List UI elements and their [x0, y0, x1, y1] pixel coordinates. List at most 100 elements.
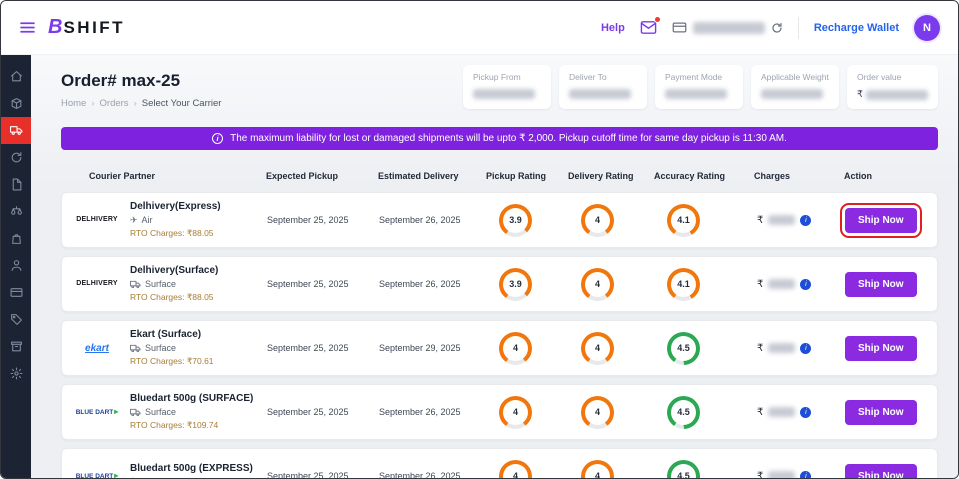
billing-icon: [10, 286, 23, 299]
pickup-rating-gauge: 4: [499, 396, 532, 429]
delivery-rating-value: 4: [581, 204, 614, 237]
sidebar-item-cod[interactable]: [1, 225, 31, 252]
delivery-rating-gauge: 4: [581, 396, 614, 429]
expected-pickup: September 25, 2025: [267, 279, 379, 289]
charges-info-icon[interactable]: i: [800, 343, 811, 354]
courier-name: Ekart (Surface): [130, 329, 214, 340]
accuracy-rating-value: 4.5: [667, 332, 700, 365]
breadcrumb-separator: ›: [134, 98, 137, 109]
brand-logo[interactable]: B SHIFT: [48, 16, 125, 39]
account-icon: [10, 259, 23, 272]
estimated-delivery: September 29, 2025: [379, 343, 487, 353]
sidebar-item-documents[interactable]: [1, 171, 31, 198]
sidebar-item-shipments[interactable]: [1, 117, 31, 144]
delivery-rating-gauge: 4: [581, 204, 614, 237]
delivery-rating-gauge: 4: [581, 460, 614, 479]
sidebar-item-ndr[interactable]: [1, 144, 31, 171]
help-link[interactable]: Help: [601, 22, 625, 34]
sidebar-item-billing[interactable]: [1, 279, 31, 306]
cod-icon: [10, 232, 23, 245]
mail-icon[interactable]: [640, 19, 657, 36]
accuracy-rating-gauge: 4.5: [667, 460, 700, 479]
charges-info-icon[interactable]: i: [800, 471, 811, 479]
shipping-mode: Surface: [130, 343, 214, 354]
redacted-value: [569, 89, 631, 99]
sidebar-item-settings[interactable]: [1, 360, 31, 387]
currency-symbol: ₹: [757, 471, 763, 479]
notification-dot: [654, 16, 661, 23]
rto-charges: RTO Charges: ₹88.05: [130, 228, 221, 239]
breadcrumb-item[interactable]: Orders: [100, 98, 129, 109]
sidebar-item-orders[interactable]: [1, 90, 31, 117]
breadcrumb: Home›Orders›Select Your Carrier: [61, 98, 221, 109]
carrier-row: ekart Ekart (Surface) Surface RTO Charge…: [61, 320, 938, 376]
courier-logo: BLUE DART: [74, 472, 120, 479]
mode-icon: [130, 279, 141, 290]
menu-icon[interactable]: [19, 19, 36, 36]
info-card-label: Pickup From: [473, 72, 541, 82]
banner-text: The maximum liability for lost or damage…: [230, 133, 787, 144]
sidebar-item-offers[interactable]: [1, 306, 31, 333]
avatar[interactable]: N: [914, 15, 940, 41]
courier-cell: BLUE DART Bluedart 500g (SURFACE) Surfac…: [62, 393, 267, 431]
pickup-rating-value: 3.9: [499, 268, 532, 301]
ship-now-button[interactable]: Ship Now: [845, 400, 917, 425]
courier-cell: BLUE DART Bluedart 500g (EXPRESS) ✈ Air: [62, 463, 267, 479]
info-icon: i: [212, 133, 223, 144]
accuracy-rating-gauge: 4.1: [667, 268, 700, 301]
sidebar-item-tools[interactable]: [1, 333, 31, 360]
estimated-delivery: September 26, 2025: [379, 279, 487, 289]
sidebar: [1, 55, 31, 478]
delivery-rating-gauge: 4: [581, 332, 614, 365]
mode-icon: [130, 343, 141, 354]
delivery-rating-value: 4: [581, 460, 614, 479]
expected-pickup: September 25, 2025: [267, 471, 379, 479]
accuracy-rating-gauge: 4.1: [667, 204, 700, 237]
main-content: Order# max-25 Home›Orders›Select Your Ca…: [31, 55, 958, 478]
ship-now-button[interactable]: Ship Now: [845, 208, 917, 233]
charges-redacted: [768, 471, 795, 479]
charges-redacted: [768, 343, 795, 353]
courier-logo: DELHIVERY: [74, 280, 120, 288]
delivery-rating-value: 4: [581, 332, 614, 365]
currency-symbol: ₹: [757, 279, 763, 290]
rto-charges: RTO Charges: ₹109.74: [130, 420, 253, 431]
action-cell: Ship Now: [833, 464, 937, 479]
refresh-icon[interactable]: [771, 22, 783, 34]
currency-symbol: ₹: [757, 215, 763, 226]
pickup-rating-value: 4: [499, 460, 532, 479]
ship-now-button[interactable]: Ship Now: [845, 464, 917, 479]
charges-cell: ₹ i: [747, 407, 833, 418]
ship-now-button[interactable]: Ship Now: [845, 336, 917, 361]
delivery-rating-gauge: 4: [581, 268, 614, 301]
courier-logo: BLUE DART: [74, 408, 120, 417]
breadcrumb-item[interactable]: Home: [61, 98, 86, 109]
accuracy-rating-value: 4.5: [667, 396, 700, 429]
col-header-courier-partner: Courier Partner: [61, 171, 266, 181]
recharge-wallet-link[interactable]: Recharge Wallet: [814, 22, 899, 34]
accuracy-rating-value: 4.1: [667, 204, 700, 237]
sidebar-item-home[interactable]: [1, 63, 31, 90]
accuracy-rating-gauge: 4.5: [667, 396, 700, 429]
charges-info-icon[interactable]: i: [800, 279, 811, 290]
courier-logo: ekart: [74, 343, 120, 354]
carrier-row: DELHIVERY Delhivery(Express) ✈ Air RTO C…: [61, 192, 938, 248]
pickup-rating-value: 3.9: [499, 204, 532, 237]
carrier-row: BLUE DART Bluedart 500g (SURFACE) Surfac…: [61, 384, 938, 440]
col-header-pickup-rating: Pickup Rating: [486, 171, 568, 181]
courier-cell: ekart Ekart (Surface) Surface RTO Charge…: [62, 329, 267, 367]
sidebar-item-account[interactable]: [1, 252, 31, 279]
wallet-card-icon: [672, 20, 687, 35]
estimated-delivery: September 26, 2025: [379, 471, 487, 479]
col-header-charges: Charges: [746, 171, 832, 181]
action-cell: Ship Now: [833, 208, 937, 233]
action-cell: Ship Now: [833, 400, 937, 425]
sidebar-item-weight[interactable]: [1, 198, 31, 225]
currency-symbol: ₹: [757, 343, 763, 354]
pickup-rating-gauge: 4: [499, 332, 532, 365]
ship-now-button[interactable]: Ship Now: [845, 272, 917, 297]
charges-info-icon[interactable]: i: [800, 215, 811, 226]
charges-info-icon[interactable]: i: [800, 407, 811, 418]
app-window: B SHIFT Help Recharge Wallet N: [0, 0, 959, 479]
redacted-value: [761, 89, 823, 99]
